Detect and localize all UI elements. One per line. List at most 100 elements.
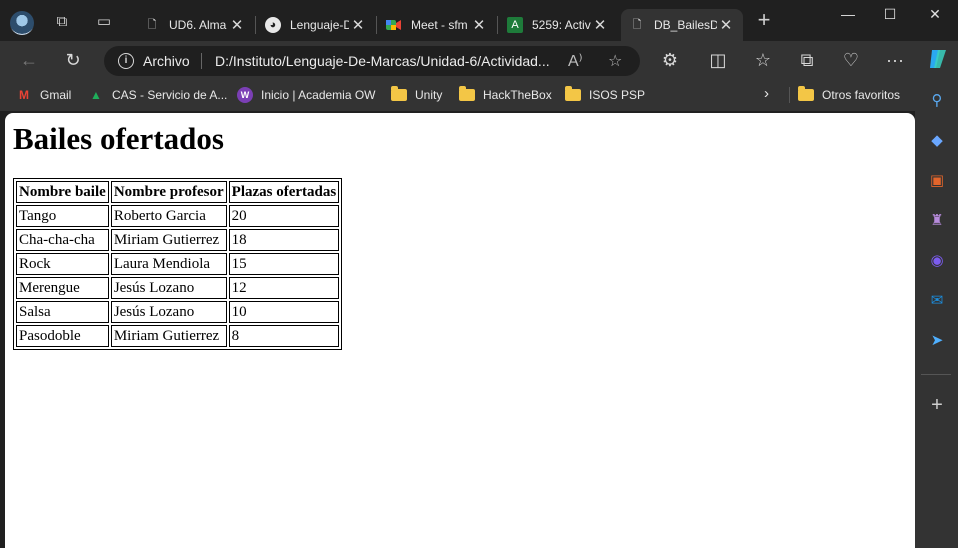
folder-icon — [391, 86, 407, 103]
chevron-right-icon[interactable]: › — [764, 85, 769, 102]
table-cell: 20 — [228, 205, 340, 227]
close-icon[interactable]: ✕ — [228, 16, 246, 34]
table-cell: 18 — [228, 229, 340, 251]
table-row: Merengue Jesús Lozano 12 — [16, 277, 340, 299]
back-icon[interactable]: ← — [18, 50, 40, 70]
read-aloud-icon[interactable]: A⁾ — [568, 51, 583, 71]
minimize-icon[interactable]: — — [838, 6, 858, 26]
tab-db-bailes[interactable]: 🗋 DB_BailesD ✕ — [621, 9, 743, 41]
star-icon[interactable]: ☆ — [608, 51, 622, 71]
search-icon[interactable]: ⚲ — [927, 91, 947, 111]
bookmark-label: Unity — [415, 88, 443, 102]
copilot-apps-icon[interactable]: ◉ — [927, 251, 947, 271]
close-icon[interactable]: ✕ — [717, 16, 735, 34]
table-cell: Jesús Lozano — [110, 301, 227, 323]
url-separator — [201, 53, 202, 69]
bookmark-academia-ow[interactable]: W Inicio | Academia OW — [237, 87, 376, 103]
tab-ud6[interactable]: 🗋 UD6. Alma ✕ — [136, 9, 254, 41]
tab-separator — [376, 16, 377, 34]
column-header: Nombre baile — [16, 181, 109, 203]
page-title: Bailes ofertados — [13, 121, 224, 156]
bookmark-hackthebox[interactable]: HackTheBox — [459, 86, 552, 103]
refresh-icon[interactable]: ↻ — [62, 50, 84, 70]
sidebar-separator — [921, 374, 951, 375]
edge-sidebar: ⚲ ◆ ▣ ♜ ◉ ✉ ➤ + — [915, 79, 958, 548]
github-icon: ◕ — [265, 17, 281, 33]
copilot-icon[interactable] — [925, 47, 951, 73]
add-icon[interactable]: + — [927, 395, 947, 415]
dances-table: Nombre baile Nombre profesor Plazas ofer… — [13, 178, 343, 350]
bookmark-gmail[interactable]: M Gmail — [16, 87, 71, 103]
table-cell: Salsa — [16, 301, 109, 323]
bookmark-other-favorites[interactable]: Otros favoritos — [798, 86, 901, 103]
tab-title: 5259: Activ — [532, 18, 591, 32]
bookmarks-separator — [789, 87, 790, 103]
table-cell: 8 — [228, 325, 340, 347]
bookmarks-bar: M Gmail ▲ CAS - Servicio de A... W Inici… — [0, 79, 958, 111]
info-icon[interactable]: i — [118, 53, 134, 69]
table-cell: Cha-cha-cha — [16, 229, 109, 251]
tab-title: UD6. Alma — [169, 18, 227, 32]
browser-essentials-icon[interactable]: ♡ — [840, 50, 862, 70]
table-row: Cha-cha-cha Miriam Gutierrez 18 — [16, 229, 340, 251]
table-cell: 12 — [228, 277, 340, 299]
table-cell: Jesús Lozano — [110, 277, 227, 299]
extensions-icon[interactable]: ⚙ — [659, 50, 681, 70]
address-bar[interactable]: i Archivo D:/Instituto/Lenguaje-De-Marca… — [104, 46, 640, 76]
tab-actions-icon[interactable]: ▭ — [94, 12, 114, 32]
bookmark-cas[interactable]: ▲ CAS - Servicio de A... — [88, 87, 227, 103]
split-screen-icon[interactable]: ◫ — [707, 50, 729, 70]
google-meet-icon — [386, 17, 402, 33]
profile-avatar[interactable] — [10, 11, 34, 35]
shopping-tag-icon[interactable]: ◆ — [927, 131, 947, 151]
bookmark-isos-psp[interactable]: ISOS PSP — [565, 86, 646, 103]
aula-icon: A — [507, 17, 523, 33]
bookmark-label: CAS - Servicio de A... — [112, 88, 228, 102]
scheme-label: Archivo — [143, 53, 190, 69]
cas-icon: ▲ — [90, 88, 102, 102]
games-icon[interactable]: ♜ — [927, 211, 947, 231]
table-row: Rock Laura Mendiola 15 — [16, 253, 340, 275]
tools-icon[interactable]: ▣ — [927, 171, 947, 191]
table-cell: Merengue — [16, 277, 109, 299]
table-cell: Miriam Gutierrez — [110, 325, 227, 347]
table-cell: Tango — [16, 205, 109, 227]
close-icon[interactable]: ✕ — [349, 16, 367, 34]
bookmark-label: ISOS PSP — [589, 88, 646, 102]
bookmark-label: Otros favoritos — [822, 88, 901, 102]
favorites-icon[interactable]: ☆ — [752, 50, 774, 70]
tab-meet[interactable]: Meet - sfm ✕ — [378, 9, 496, 41]
more-options-icon[interactable]: ··· — [884, 50, 906, 70]
table-cell: 15 — [228, 253, 340, 275]
table-cell: Laura Mendiola — [110, 253, 227, 275]
tab-lenguaje[interactable]: ◕ Lenguaje-D ✕ — [257, 9, 375, 41]
bookmark-unity[interactable]: Unity — [391, 86, 443, 103]
new-tab-icon[interactable]: + — [754, 9, 774, 31]
collections-icon[interactable]: ⧉ — [796, 50, 818, 70]
address-toolbar: ← ↻ i Archivo D:/Instituto/Lenguaje-De-M… — [0, 41, 958, 79]
close-icon[interactable]: ✕ — [470, 16, 488, 34]
close-window-icon[interactable]: ✕ — [925, 6, 945, 26]
tab-title: DB_BailesD — [654, 18, 717, 32]
tab-strip: ⧉ ▭ 🗋 UD6. Alma ✕ ◕ Lenguaje-D ✕ Meet - … — [0, 0, 958, 42]
send-icon[interactable]: ➤ — [927, 331, 947, 351]
table-cell: Rock — [16, 253, 109, 275]
table-row: Tango Roberto Garcia 20 — [16, 205, 340, 227]
bookmark-label: Inicio | Academia OW — [261, 88, 376, 102]
table-cell: Pasodoble — [16, 325, 109, 347]
page-viewport: Bailes ofertados Nombre baile Nombre pro… — [5, 113, 915, 548]
table-row: Salsa Jesús Lozano 10 — [16, 301, 340, 323]
table-cell: Miriam Gutierrez — [110, 229, 227, 251]
close-icon[interactable]: ✕ — [591, 16, 609, 34]
folder-icon — [565, 86, 581, 103]
academia-ow-icon: W — [237, 87, 253, 103]
column-header: Plazas ofertadas — [228, 181, 340, 203]
workspaces-icon[interactable]: ⧉ — [52, 12, 72, 32]
maximize-icon[interactable]: ☐ — [880, 6, 900, 26]
folder-icon — [798, 86, 814, 103]
table-cell: Roberto Garcia — [110, 205, 227, 227]
tab-activity[interactable]: A 5259: Activ ✕ — [499, 9, 617, 41]
outlook-icon[interactable]: ✉ — [927, 291, 947, 311]
url-text[interactable]: D:/Instituto/Lenguaje-De-Marcas/Unidad-6… — [215, 53, 565, 69]
table-row: Pasodoble Miriam Gutierrez 8 — [16, 325, 340, 347]
